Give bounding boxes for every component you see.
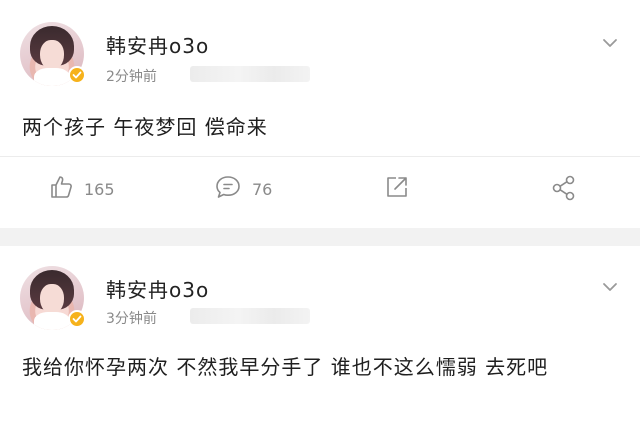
post-card: 韩安冉o3o 2分钟前 两个孩子 午夜梦回 偿命来 165 76: [0, 0, 640, 228]
post-card: 韩安冉o3o 3分钟前 我给你怀孕两次 不然我早分手了 谁也不这么懦弱 去死吧: [0, 246, 640, 448]
username[interactable]: 韩安冉o3o: [106, 274, 209, 303]
timestamp: 2分钟前: [106, 69, 157, 85]
timestamp: 3分钟前: [106, 311, 157, 327]
share-button[interactable]: [550, 174, 578, 206]
post-text: 两个孩子 午夜梦回 偿命来: [22, 115, 268, 139]
comment-count: 76: [252, 179, 273, 199]
blurred-source: [190, 308, 310, 324]
repost-button[interactable]: [384, 174, 410, 204]
like-count: 165: [84, 179, 115, 199]
like-button[interactable]: 165: [48, 174, 115, 204]
comment-button[interactable]: 76: [214, 174, 272, 204]
post-text: 我给你怀孕两次 不然我早分手了 谁也不这么懦弱 去死吧: [22, 355, 549, 379]
verified-badge-icon: [68, 310, 86, 328]
chevron-down-icon[interactable]: [602, 34, 618, 47]
repost-icon: [384, 174, 410, 204]
verified-badge-icon: [68, 66, 86, 84]
chevron-down-icon[interactable]: [602, 278, 618, 291]
blurred-source: [190, 66, 310, 82]
thumbs-up-icon: [48, 174, 74, 204]
username[interactable]: 韩安冉o3o: [106, 30, 209, 59]
share-icon: [550, 174, 578, 206]
divider: [0, 156, 640, 157]
comment-icon: [214, 174, 242, 204]
